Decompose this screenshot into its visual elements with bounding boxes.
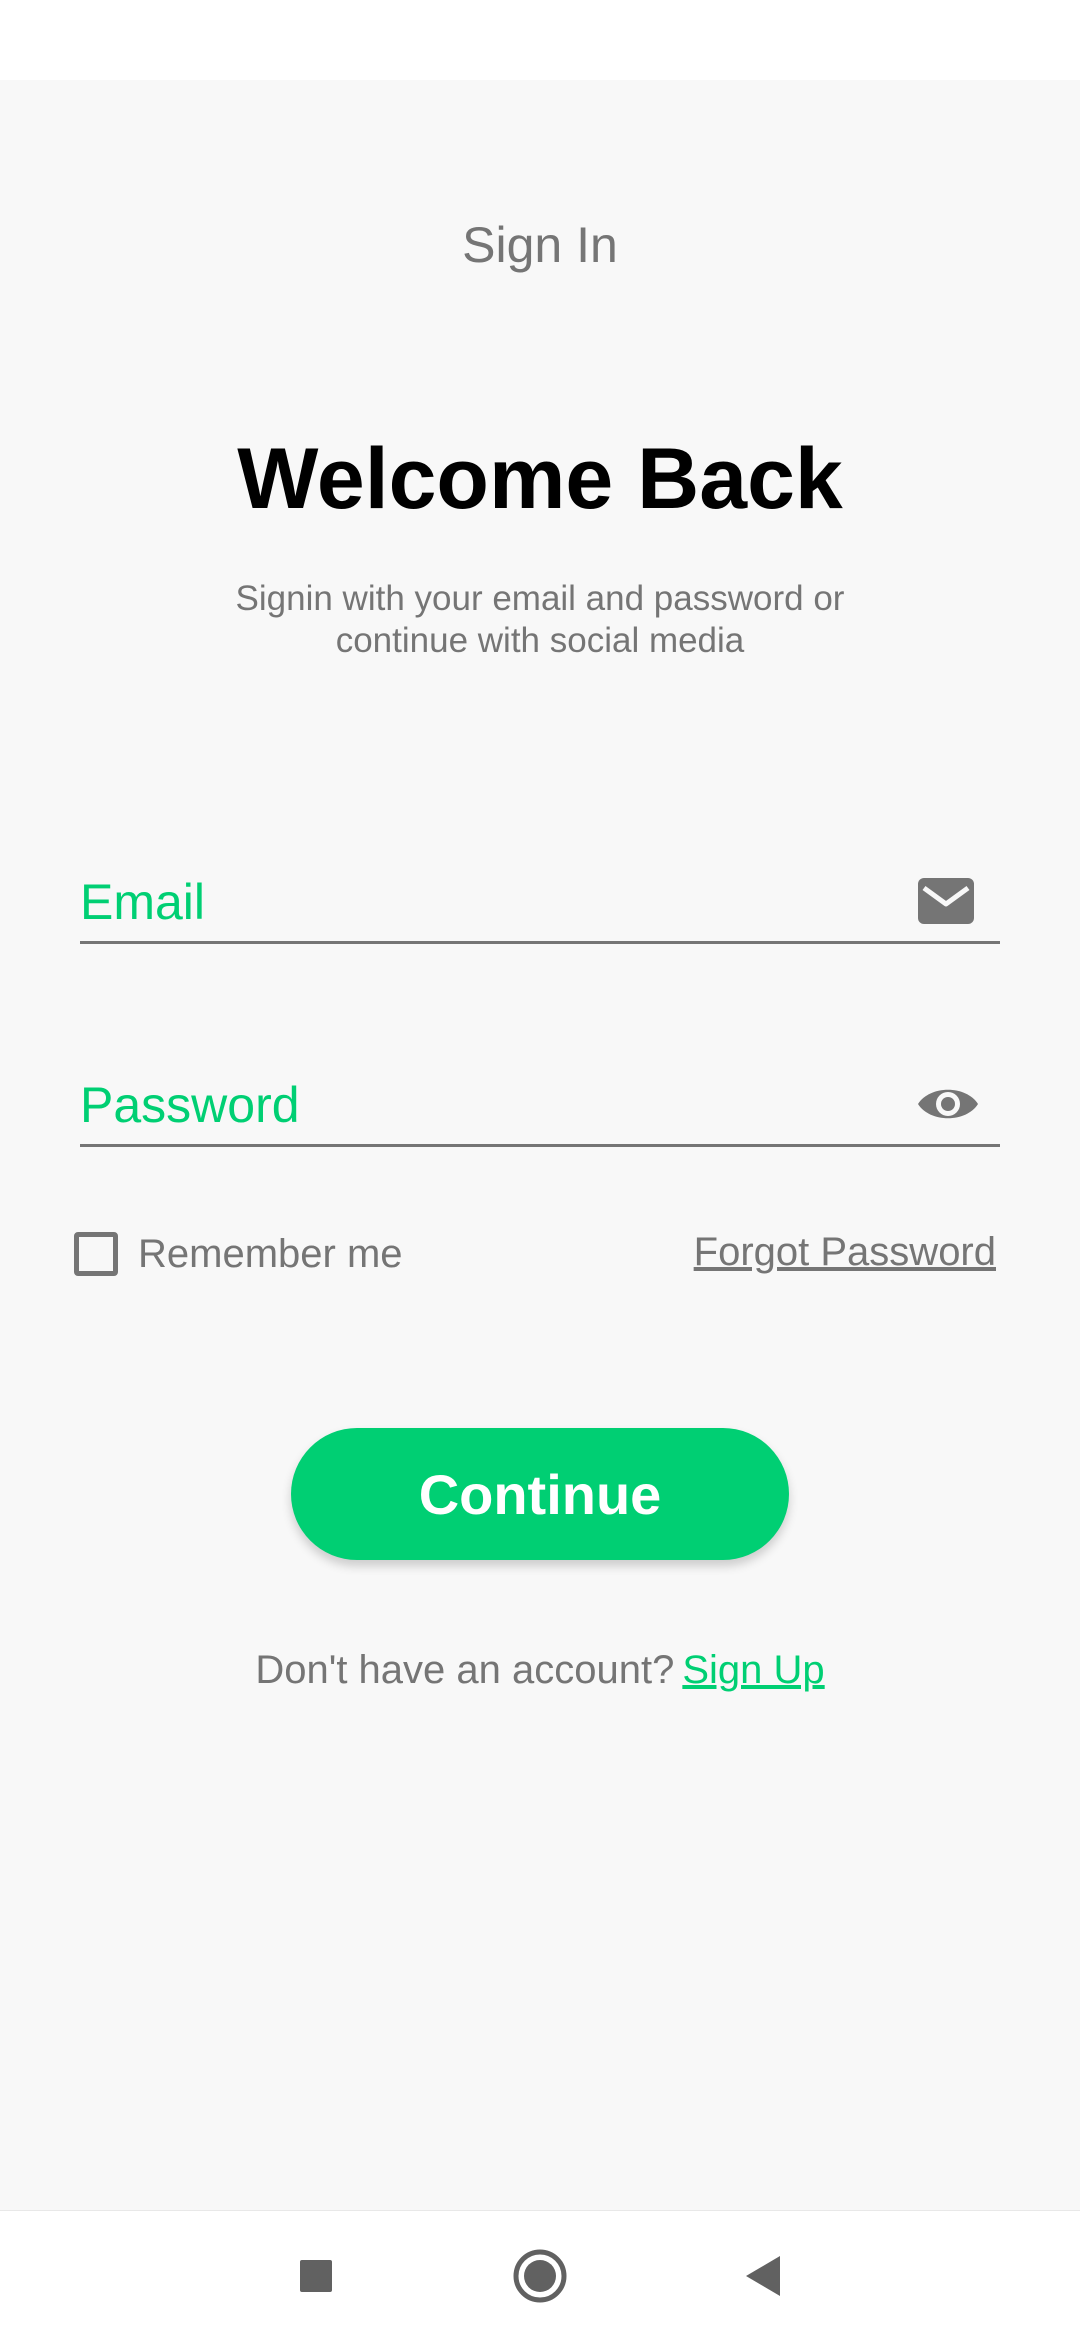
email-field[interactable]: [80, 864, 880, 939]
signup-prompt: Don't have an account?: [255, 1648, 675, 1692]
remember-me-checkbox[interactable]: [74, 1232, 118, 1276]
system-nav-bar: [0, 2210, 1080, 2341]
recents-icon[interactable]: [286, 2246, 346, 2306]
forgot-password-link[interactable]: Forgot Password: [694, 1230, 996, 1275]
remember-me-label: Remember me: [138, 1231, 403, 1276]
page-title: Sign In: [462, 217, 618, 273]
back-icon[interactable]: [734, 2246, 794, 2306]
signup-row: Don't have an account? Sign Up: [0, 1648, 1080, 1693]
status-bar: [0, 0, 1080, 80]
envelope-icon: [916, 876, 976, 926]
password-field-container: [80, 1067, 1000, 1147]
sign-up-link[interactable]: Sign Up: [682, 1648, 824, 1692]
eye-icon[interactable]: [916, 1079, 978, 1129]
home-icon[interactable]: [510, 2246, 570, 2306]
welcome-subtitle: Signin with your email and password or c…: [235, 579, 845, 660]
password-field[interactable]: [80, 1067, 880, 1142]
welcome-heading: Welcome Back: [237, 431, 843, 527]
email-field-container: [80, 864, 1000, 944]
remember-me-row[interactable]: Remember me: [74, 1228, 403, 1280]
continue-button[interactable]: Continue: [291, 1428, 789, 1560]
